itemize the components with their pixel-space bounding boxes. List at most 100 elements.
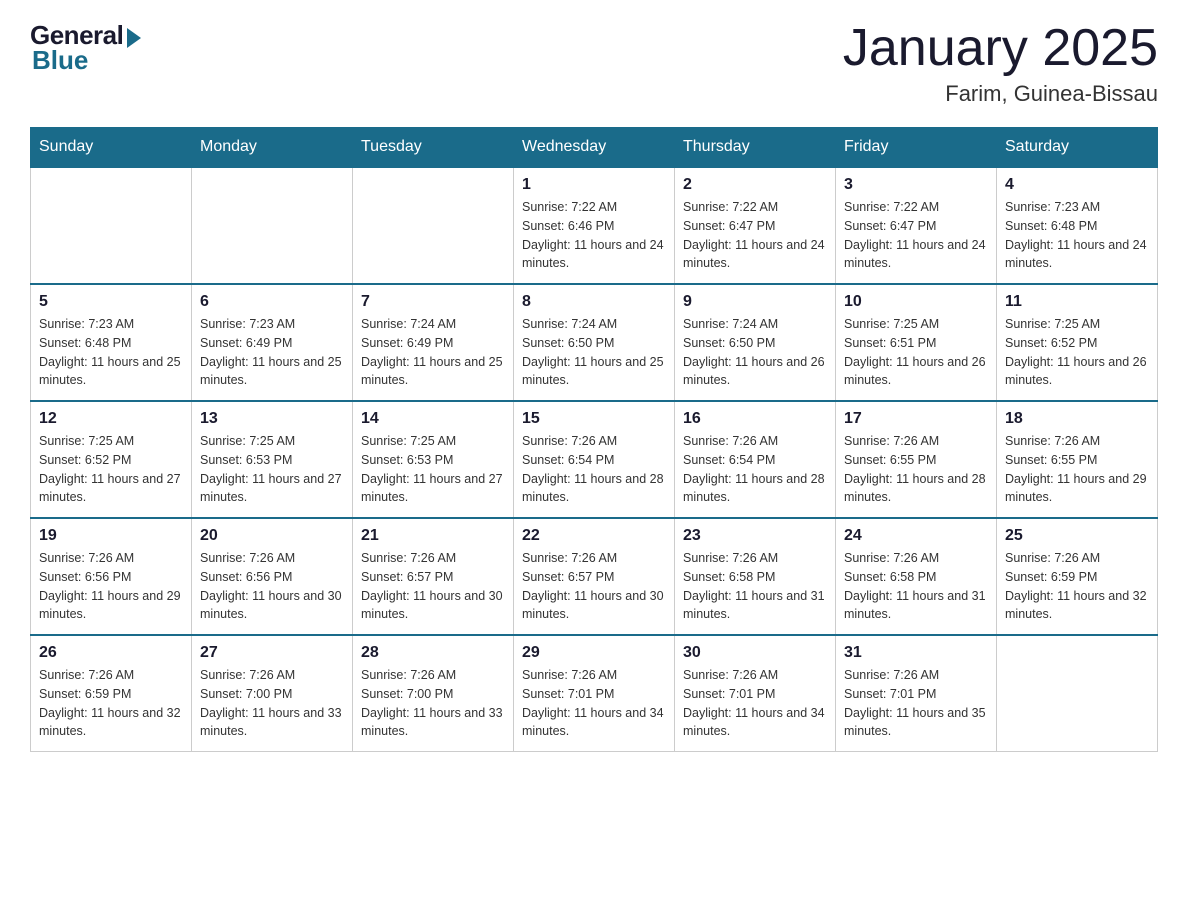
day-info: Sunrise: 7:24 AMSunset: 6:50 PMDaylight:… — [683, 315, 827, 390]
day-info: Sunrise: 7:22 AMSunset: 6:46 PMDaylight:… — [522, 198, 666, 273]
day-info: Sunrise: 7:26 AMSunset: 7:01 PMDaylight:… — [683, 666, 827, 741]
day-info: Sunrise: 7:26 AMSunset: 7:01 PMDaylight:… — [522, 666, 666, 741]
weekday-header-friday: Friday — [836, 128, 997, 168]
day-info: Sunrise: 7:26 AMSunset: 6:58 PMDaylight:… — [683, 549, 827, 624]
calendar-cell: 12 Sunrise: 7:25 AMSunset: 6:52 PMDayligh… — [31, 401, 192, 518]
day-number: 19 — [39, 527, 183, 545]
day-info: Sunrise: 7:25 AMSunset: 6:53 PMDaylight:… — [361, 432, 505, 507]
day-number: 25 — [1005, 527, 1149, 545]
day-info: Sunrise: 7:22 AMSunset: 6:47 PMDaylight:… — [844, 198, 988, 273]
weekday-header-wednesday: Wednesday — [514, 128, 675, 168]
day-info: Sunrise: 7:26 AMSunset: 6:58 PMDaylight:… — [844, 549, 988, 624]
day-info: Sunrise: 7:26 AMSunset: 6:55 PMDaylight:… — [1005, 432, 1149, 507]
weekday-header-sunday: Sunday — [31, 128, 192, 168]
day-number: 28 — [361, 644, 505, 662]
day-number: 16 — [683, 410, 827, 428]
calendar-week-row: 1 Sunrise: 7:22 AMSunset: 6:46 PMDaylight… — [31, 167, 1158, 284]
calendar-cell — [31, 167, 192, 284]
calendar-cell: 21 Sunrise: 7:26 AMSunset: 6:57 PMDayligh… — [353, 518, 514, 635]
logo-blue-text: Blue — [32, 45, 88, 76]
day-number: 18 — [1005, 410, 1149, 428]
calendar-cell — [997, 635, 1158, 752]
day-number: 31 — [844, 644, 988, 662]
calendar-cell: 28 Sunrise: 7:26 AMSunset: 7:00 PMDayligh… — [353, 635, 514, 752]
calendar-cell — [192, 167, 353, 284]
day-info: Sunrise: 7:26 AMSunset: 6:59 PMDaylight:… — [39, 666, 183, 741]
calendar-cell: 26 Sunrise: 7:26 AMSunset: 6:59 PMDayligh… — [31, 635, 192, 752]
day-number: 7 — [361, 293, 505, 311]
day-info: Sunrise: 7:26 AMSunset: 6:54 PMDaylight:… — [522, 432, 666, 507]
day-number: 29 — [522, 644, 666, 662]
day-info: Sunrise: 7:26 AMSunset: 7:00 PMDaylight:… — [361, 666, 505, 741]
day-info: Sunrise: 7:23 AMSunset: 6:48 PMDaylight:… — [39, 315, 183, 390]
day-number: 17 — [844, 410, 988, 428]
calendar-cell: 18 Sunrise: 7:26 AMSunset: 6:55 PMDayligh… — [997, 401, 1158, 518]
day-number: 1 — [522, 176, 666, 194]
weekday-header-saturday: Saturday — [997, 128, 1158, 168]
calendar-cell: 13 Sunrise: 7:25 AMSunset: 6:53 PMDayligh… — [192, 401, 353, 518]
calendar-week-row: 5 Sunrise: 7:23 AMSunset: 6:48 PMDaylight… — [31, 284, 1158, 401]
calendar-week-row: 26 Sunrise: 7:26 AMSunset: 6:59 PMDayligh… — [31, 635, 1158, 752]
calendar-cell: 29 Sunrise: 7:26 AMSunset: 7:01 PMDayligh… — [514, 635, 675, 752]
calendar-cell: 6Sunrise: 7:23 AMSunset: 6:49 PMDaylight… — [192, 284, 353, 401]
weekday-header-thursday: Thursday — [675, 128, 836, 168]
weekday-header-monday: Monday — [192, 128, 353, 168]
calendar-week-row: 19 Sunrise: 7:26 AMSunset: 6:56 PMDayligh… — [31, 518, 1158, 635]
month-title: January 2025 — [843, 20, 1158, 77]
location-title: Farim, Guinea-Bissau — [843, 81, 1158, 107]
logo: General Blue — [30, 20, 141, 76]
day-number: 20 — [200, 527, 344, 545]
calendar-header-row: SundayMondayTuesdayWednesdayThursdayFrid… — [31, 128, 1158, 168]
day-info: Sunrise: 7:25 AMSunset: 6:52 PMDaylight:… — [39, 432, 183, 507]
calendar-cell: 27Sunrise: 7:26 AMSunset: 7:00 PMDayligh… — [192, 635, 353, 752]
day-number: 9 — [683, 293, 827, 311]
day-info: Sunrise: 7:24 AMSunset: 6:50 PMDaylight:… — [522, 315, 666, 390]
day-info: Sunrise: 7:22 AMSunset: 6:47 PMDaylight:… — [683, 198, 827, 273]
day-info: Sunrise: 7:26 AMSunset: 6:55 PMDaylight:… — [844, 432, 988, 507]
calendar-cell: 22Sunrise: 7:26 AMSunset: 6:57 PMDayligh… — [514, 518, 675, 635]
day-number: 14 — [361, 410, 505, 428]
day-info: Sunrise: 7:23 AMSunset: 6:48 PMDaylight:… — [1005, 198, 1149, 273]
calendar-cell: 24 Sunrise: 7:26 AMSunset: 6:58 PMDayligh… — [836, 518, 997, 635]
day-number: 10 — [844, 293, 988, 311]
day-info: Sunrise: 7:26 AMSunset: 6:57 PMDaylight:… — [522, 549, 666, 624]
day-number: 6 — [200, 293, 344, 311]
day-info: Sunrise: 7:26 AMSunset: 6:54 PMDaylight:… — [683, 432, 827, 507]
day-info: Sunrise: 7:26 AMSunset: 6:59 PMDaylight:… — [1005, 549, 1149, 624]
day-info: Sunrise: 7:26 AMSunset: 6:56 PMDaylight:… — [39, 549, 183, 624]
calendar-cell: 9 Sunrise: 7:24 AMSunset: 6:50 PMDaylight… — [675, 284, 836, 401]
calendar-cell: 16 Sunrise: 7:26 AMSunset: 6:54 PMDayligh… — [675, 401, 836, 518]
day-info: Sunrise: 7:26 AMSunset: 6:56 PMDaylight:… — [200, 549, 344, 624]
day-number: 26 — [39, 644, 183, 662]
day-info: Sunrise: 7:26 AMSunset: 6:57 PMDaylight:… — [361, 549, 505, 624]
calendar-table: SundayMondayTuesdayWednesdayThursdayFrid… — [30, 127, 1158, 752]
calendar-cell — [353, 167, 514, 284]
day-number: 12 — [39, 410, 183, 428]
day-number: 8 — [522, 293, 666, 311]
title-block: January 2025 Farim, Guinea-Bissau — [843, 20, 1158, 107]
day-number: 13 — [200, 410, 344, 428]
calendar-cell: 20 Sunrise: 7:26 AMSunset: 6:56 PMDayligh… — [192, 518, 353, 635]
calendar-cell: 8 Sunrise: 7:24 AMSunset: 6:50 PMDaylight… — [514, 284, 675, 401]
calendar-cell: 17 Sunrise: 7:26 AMSunset: 6:55 PMDayligh… — [836, 401, 997, 518]
calendar-cell: 14 Sunrise: 7:25 AMSunset: 6:53 PMDayligh… — [353, 401, 514, 518]
day-number: 21 — [361, 527, 505, 545]
day-number: 4 — [1005, 176, 1149, 194]
calendar-cell: 2 Sunrise: 7:22 AMSunset: 6:47 PMDaylight… — [675, 167, 836, 284]
calendar-cell: 1 Sunrise: 7:22 AMSunset: 6:46 PMDaylight… — [514, 167, 675, 284]
logo-arrow-icon — [127, 28, 141, 48]
day-info: Sunrise: 7:25 AMSunset: 6:53 PMDaylight:… — [200, 432, 344, 507]
day-info: Sunrise: 7:26 AMSunset: 7:00 PMDaylight:… — [200, 666, 344, 741]
day-number: 2 — [683, 176, 827, 194]
calendar-cell: 23 Sunrise: 7:26 AMSunset: 6:58 PMDayligh… — [675, 518, 836, 635]
calendar-cell: 3Sunrise: 7:22 AMSunset: 6:47 PMDaylight… — [836, 167, 997, 284]
day-number: 5 — [39, 293, 183, 311]
day-number: 15 — [522, 410, 666, 428]
day-info: Sunrise: 7:24 AMSunset: 6:49 PMDaylight:… — [361, 315, 505, 390]
day-number: 30 — [683, 644, 827, 662]
day-number: 24 — [844, 527, 988, 545]
calendar-cell: 15 Sunrise: 7:26 AMSunset: 6:54 PMDayligh… — [514, 401, 675, 518]
day-info: Sunrise: 7:26 AMSunset: 7:01 PMDaylight:… — [844, 666, 988, 741]
page-header: General Blue January 2025 Farim, Guinea-… — [30, 20, 1158, 107]
day-number: 23 — [683, 527, 827, 545]
